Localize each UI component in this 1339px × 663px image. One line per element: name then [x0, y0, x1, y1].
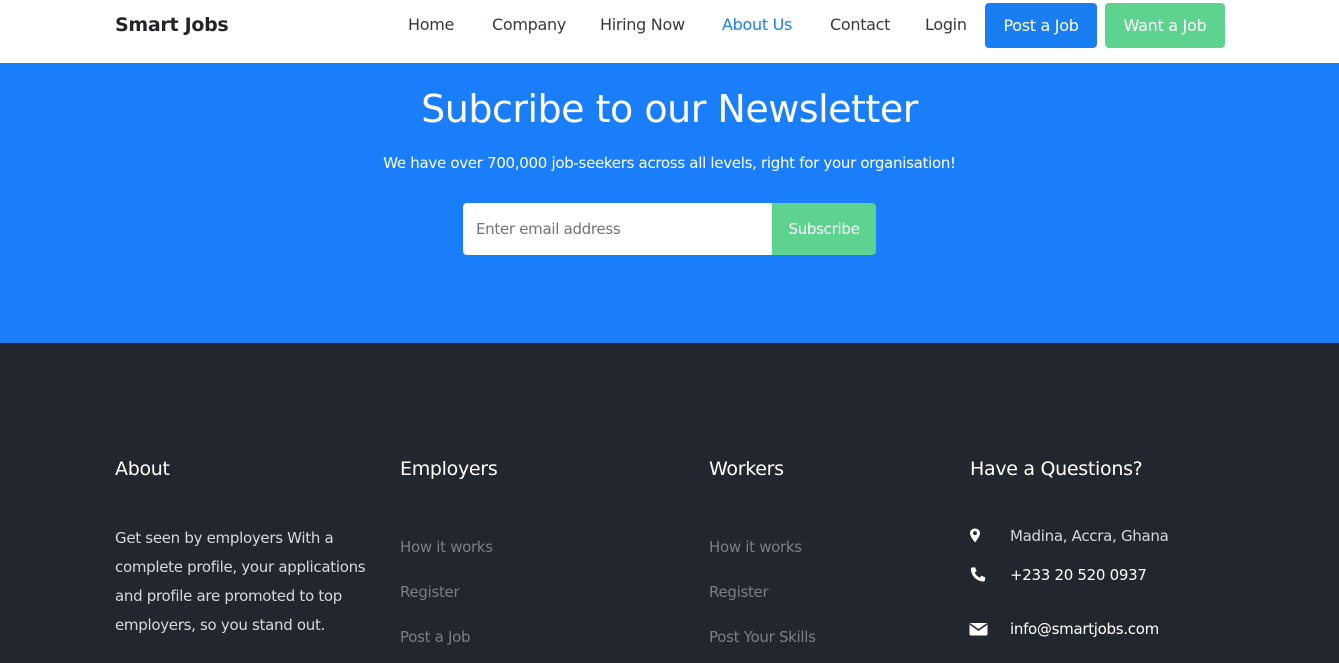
nav-link-login[interactable]: Login	[925, 15, 967, 34]
brand-logo[interactable]: Smart Jobs	[115, 14, 229, 36]
subscribe-button[interactable]: Subscribe	[772, 203, 876, 255]
contact-address: Madina, Accra, Ghana	[1010, 527, 1169, 545]
footer-about-heading: About	[115, 458, 170, 480]
footer-about-text: Get seen by employers With a complete pr…	[115, 529, 366, 634]
employers-link-register[interactable]: Register	[400, 583, 460, 601]
nav-link-about-us[interactable]: About Us	[722, 15, 792, 34]
newsletter-subtitle: We have over 700,000 job-seekers across …	[383, 154, 956, 172]
workers-link-register[interactable]: Register	[709, 583, 769, 601]
footer: About Get seen by employers With a compl…	[0, 343, 1339, 663]
phone-icon	[969, 566, 989, 586]
envelope-icon	[969, 620, 989, 640]
nav-link-contact[interactable]: Contact	[830, 15, 890, 34]
nav-link-company[interactable]: Company	[492, 15, 566, 34]
want-a-job-button[interactable]: Want a Job	[1105, 3, 1225, 48]
navbar: Smart Jobs Home Company Hiring Now About…	[0, 0, 1339, 63]
contact-phone[interactable]: +233 20 520 0937	[1010, 566, 1147, 584]
nav-link-hiring-now[interactable]: Hiring Now	[600, 15, 685, 34]
employers-link-how-it-works[interactable]: How it works	[400, 538, 493, 556]
map-marker-icon	[969, 527, 989, 547]
nav-link-home[interactable]: Home	[408, 15, 454, 34]
post-a-job-button[interactable]: Post a Job	[985, 3, 1097, 48]
newsletter-section: Subcribe to our Newsletter We have over …	[0, 63, 1339, 343]
workers-link-how-it-works[interactable]: How it works	[709, 538, 802, 556]
email-input[interactable]	[463, 203, 772, 255]
footer-employers-heading: Employers	[400, 458, 498, 480]
workers-link-post-your-skills[interactable]: Post Your Skills	[709, 628, 816, 646]
footer-workers-heading: Workers	[709, 458, 784, 480]
employers-link-post-a-job[interactable]: Post a Job	[400, 628, 471, 646]
contact-email[interactable]: info@smartjobs.com	[1010, 620, 1159, 638]
newsletter-title: Subcribe to our Newsletter	[421, 87, 918, 131]
footer-contact-heading: Have a Questions?	[970, 458, 1143, 480]
newsletter-form: Subscribe	[463, 203, 876, 255]
